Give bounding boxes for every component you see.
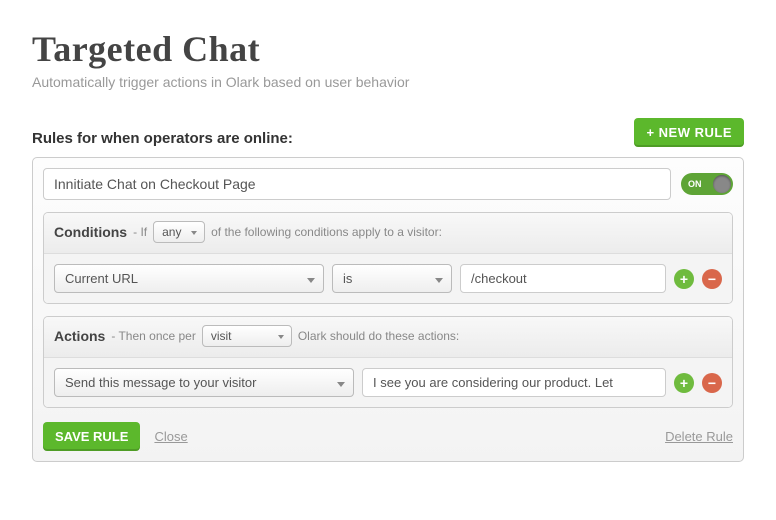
rule-title-input[interactable] [43, 168, 671, 200]
new-rule-button[interactable]: + NEW RULE [634, 118, 744, 147]
actions-prefix: - Then once per [111, 329, 196, 343]
add-action-button[interactable]: + [674, 373, 694, 393]
toggle-label: ON [688, 179, 702, 189]
conditions-match-select[interactable]: any [153, 221, 205, 243]
action-type-select[interactable]: Send this message to your visitor [54, 368, 354, 397]
actions-per-select[interactable]: visit [202, 325, 292, 347]
close-link[interactable]: Close [154, 429, 187, 444]
actions-suffix: Olark should do these actions: [298, 329, 459, 343]
save-rule-button[interactable]: SAVE RULE [43, 422, 140, 451]
section-header: Rules for when operators are online: [32, 130, 293, 147]
conditions-prefix: - If [133, 225, 147, 239]
page-title: Targeted Chat [32, 28, 744, 70]
condition-value-input[interactable] [460, 264, 666, 293]
action-row: Send this message to your visitor + − [44, 358, 732, 407]
conditions-panel: Conditions - If any of the following con… [43, 212, 733, 304]
actions-label: Actions [54, 328, 105, 344]
remove-action-button[interactable]: − [702, 373, 722, 393]
toggle-knob [713, 175, 731, 193]
rule-enabled-toggle[interactable]: ON [681, 173, 733, 195]
actions-panel: Actions - Then once per visit Olark shou… [43, 316, 733, 408]
condition-field-select[interactable]: Current URL [54, 264, 324, 293]
action-value-input[interactable] [362, 368, 666, 397]
add-condition-button[interactable]: + [674, 269, 694, 289]
conditions-suffix: of the following conditions apply to a v… [211, 225, 442, 239]
delete-rule-link[interactable]: Delete Rule [665, 429, 733, 444]
condition-operator-select[interactable]: is [332, 264, 452, 293]
rule-card: ON Conditions - If any of the following … [32, 157, 744, 462]
page-subtitle: Automatically trigger actions in Olark b… [32, 74, 744, 90]
conditions-label: Conditions [54, 224, 127, 240]
condition-row: Current URL is + − [44, 254, 732, 303]
remove-condition-button[interactable]: − [702, 269, 722, 289]
